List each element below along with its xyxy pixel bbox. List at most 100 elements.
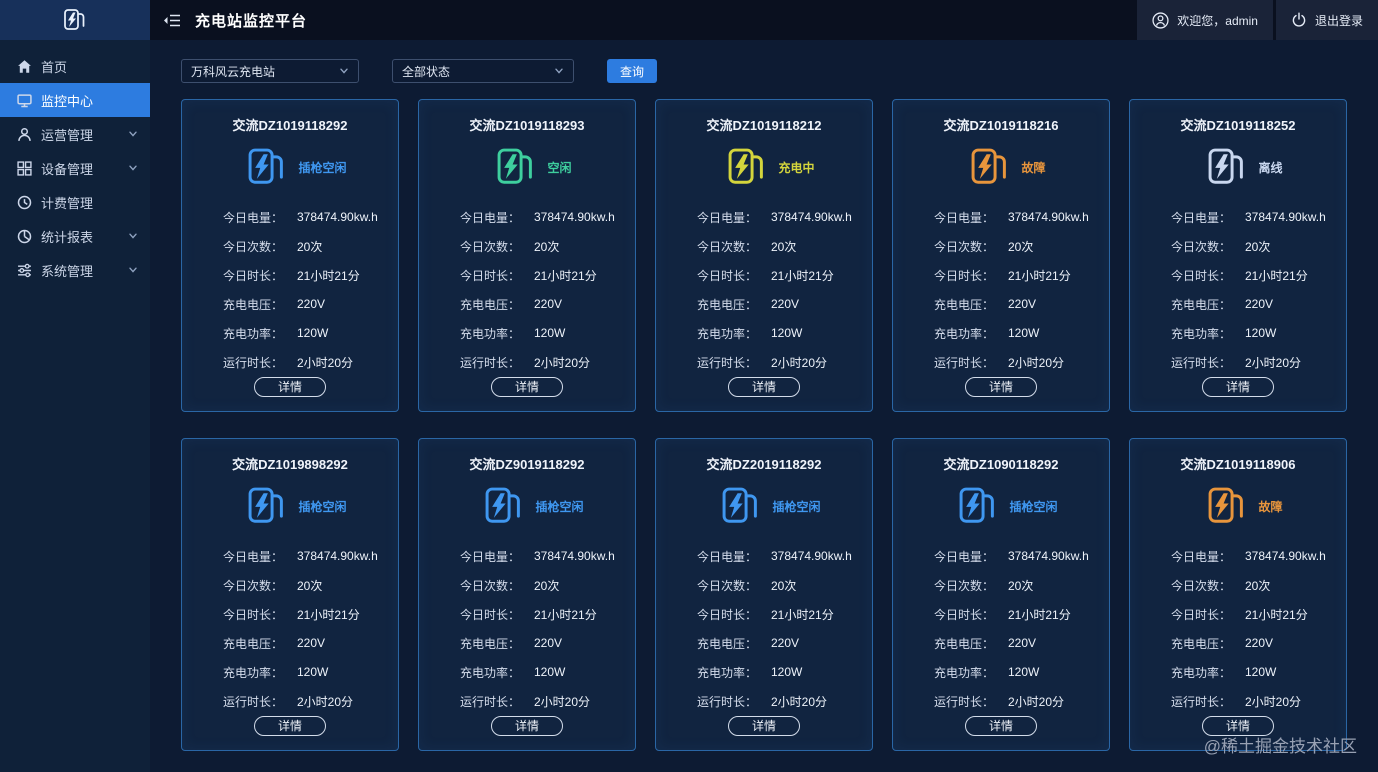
station-select-value: 万科风云充电站 bbox=[191, 64, 276, 79]
stat-value: 378474.90kw.h bbox=[297, 549, 378, 564]
stat-value: 2小时20分 bbox=[771, 694, 828, 709]
stat-value: 21小时21分 bbox=[771, 268, 834, 283]
stat-row: 充电功率： 120W bbox=[419, 658, 635, 687]
stat-value: 120W bbox=[1245, 665, 1277, 680]
stat-label: 运行时长： bbox=[934, 355, 995, 370]
stat-row: 今日次数： 20次 bbox=[419, 232, 635, 261]
stat-label: 今日时长： bbox=[223, 268, 284, 283]
stat-label: 今日电量： bbox=[697, 549, 758, 564]
status-label: 故障 bbox=[1258, 499, 1283, 514]
detail-button[interactable]: 详情 bbox=[1202, 715, 1274, 736]
status-select-value: 全部状态 bbox=[402, 64, 451, 79]
stat-label: 充电功率： bbox=[697, 665, 758, 680]
stat-value: 120W bbox=[297, 665, 329, 680]
stat-row: 今日电量： 378474.90kw.h bbox=[1130, 203, 1346, 232]
stat-label: 今日次数： bbox=[697, 239, 758, 254]
sidebar-item-home[interactable]: 首页 bbox=[0, 49, 150, 83]
stat-value: 21小时21分 bbox=[534, 268, 597, 283]
station-card: 交流DZ2019118292 插枪空闲 今日电量： 378474.90kw.h 今… bbox=[655, 438, 873, 751]
detail-button[interactable]: 详情 bbox=[491, 376, 563, 397]
stat-label: 充电电压： bbox=[460, 297, 521, 312]
chevron-down-icon bbox=[554, 66, 564, 76]
sidebar-item-label: 监控中心 bbox=[41, 93, 94, 109]
stat-value: 120W bbox=[297, 326, 329, 341]
status-label: 充电中 bbox=[778, 160, 815, 175]
stat-value: 220V bbox=[1008, 297, 1037, 312]
detail-button[interactable]: 详情 bbox=[254, 715, 326, 736]
page-title: 充电站监控平台 bbox=[195, 12, 308, 30]
stat-value: 20次 bbox=[1008, 578, 1034, 593]
filter-bar: 万科风云充电站 全部状态 查询 bbox=[150, 40, 1378, 99]
stat-value: 21小时21分 bbox=[1008, 268, 1071, 283]
sidebar-item-monitor-center[interactable]: 监控中心 bbox=[0, 83, 150, 117]
sidebar-item-operations[interactable]: 运营管理 bbox=[0, 117, 150, 151]
stat-row: 今日次数： 20次 bbox=[419, 571, 635, 600]
stat-row: 充电电压： 220V bbox=[182, 629, 398, 658]
station-card: 交流DZ1019118212 充电中 今日电量： 378474.90kw.h 今日… bbox=[655, 99, 873, 412]
stat-row: 运行时长： 2小时20分 bbox=[893, 348, 1109, 377]
status-label: 插枪空闲 bbox=[772, 499, 821, 514]
stat-label: 运行时长： bbox=[223, 694, 284, 709]
sidebar-item-reports[interactable]: 统计报表 bbox=[0, 219, 150, 253]
sidebar-fold-icon[interactable] bbox=[163, 13, 181, 28]
station-card: 交流DZ1019118293 空闲 今日电量： 378474.90kw.h 今日次… bbox=[418, 99, 636, 412]
stat-value: 220V bbox=[534, 636, 563, 651]
detail-button[interactable]: 详情 bbox=[254, 376, 326, 397]
station-title: 交流DZ1019118293 bbox=[469, 118, 585, 133]
stat-row: 充电功率： 120W bbox=[1130, 658, 1346, 687]
stat-value: 20次 bbox=[1008, 239, 1034, 254]
sidebar-item-billing[interactable]: 计费管理 bbox=[0, 185, 150, 219]
stat-row: 今日电量： 378474.90kw.h bbox=[419, 542, 635, 571]
stat-value: 2小时20分 bbox=[534, 355, 591, 370]
stat-row: 今日次数： 20次 bbox=[182, 571, 398, 600]
detail-button[interactable]: 详情 bbox=[965, 376, 1037, 397]
detail-button[interactable]: 详情 bbox=[728, 715, 800, 736]
charging-pile-icon bbox=[245, 484, 289, 528]
stat-row: 充电功率： 120W bbox=[656, 658, 872, 687]
detail-button[interactable]: 详情 bbox=[728, 376, 800, 397]
stat-row: 今日电量： 378474.90kw.h bbox=[893, 203, 1109, 232]
stat-value: 220V bbox=[297, 636, 326, 651]
logout-button[interactable]: 退出登录 bbox=[1275, 0, 1378, 40]
home-icon bbox=[18, 59, 31, 73]
sidebar-item-devices[interactable]: 设备管理 bbox=[0, 151, 150, 185]
chevron-down-icon bbox=[128, 231, 138, 241]
station-title: 交流DZ1090118292 bbox=[943, 457, 1059, 472]
status-select[interactable]: 全部状态 bbox=[392, 59, 574, 83]
station-card: 交流DZ1019898292 插枪空闲 今日电量： 378474.90kw.h 今… bbox=[181, 438, 399, 751]
stat-label: 运行时长： bbox=[223, 355, 284, 370]
stat-label: 充电功率： bbox=[1171, 665, 1232, 680]
stat-value: 120W bbox=[534, 665, 566, 680]
stat-value: 21小时21分 bbox=[1245, 607, 1308, 622]
stat-row: 充电电压： 220V bbox=[419, 290, 635, 319]
stat-row: 今日次数： 20次 bbox=[1130, 232, 1346, 261]
station-title: 交流DZ1019898292 bbox=[232, 457, 348, 472]
station-select[interactable]: 万科风云充电站 bbox=[181, 59, 359, 83]
stat-value: 21小时21分 bbox=[534, 607, 597, 622]
stat-label: 今日次数： bbox=[934, 578, 995, 593]
stat-row: 今日电量： 378474.90kw.h bbox=[893, 542, 1109, 571]
user-icon bbox=[18, 127, 31, 141]
sidebar: 首页 监控中心 运营管理 设备管理 计费管理 统计报表 系统管理 bbox=[0, 0, 150, 772]
stat-value: 378474.90kw.h bbox=[771, 549, 852, 564]
stat-row: 运行时长： 2小时20分 bbox=[656, 348, 872, 377]
detail-button[interactable]: 详情 bbox=[491, 715, 563, 736]
stat-value: 220V bbox=[771, 297, 800, 312]
query-button[interactable]: 查询 bbox=[607, 59, 657, 83]
charging-pile-icon bbox=[1205, 484, 1249, 528]
sidebar-item-system[interactable]: 系统管理 bbox=[0, 253, 150, 287]
chevron-down-icon bbox=[128, 129, 138, 139]
detail-button[interactable]: 详情 bbox=[1202, 376, 1274, 397]
stat-row: 今日电量： 378474.90kw.h bbox=[182, 542, 398, 571]
stat-label: 充电功率： bbox=[223, 665, 284, 680]
stat-row: 今日时长： 21小时21分 bbox=[1130, 261, 1346, 290]
stat-label: 充电电压： bbox=[934, 636, 995, 651]
stat-value: 2小时20分 bbox=[297, 694, 354, 709]
stat-label: 充电电压： bbox=[223, 297, 284, 312]
stat-label: 今日电量： bbox=[934, 210, 995, 225]
charging-pile-icon bbox=[968, 145, 1012, 189]
detail-button[interactable]: 详情 bbox=[965, 715, 1037, 736]
stat-value: 120W bbox=[1008, 665, 1040, 680]
stat-label: 运行时长： bbox=[1171, 694, 1232, 709]
stat-row: 充电功率： 120W bbox=[182, 658, 398, 687]
